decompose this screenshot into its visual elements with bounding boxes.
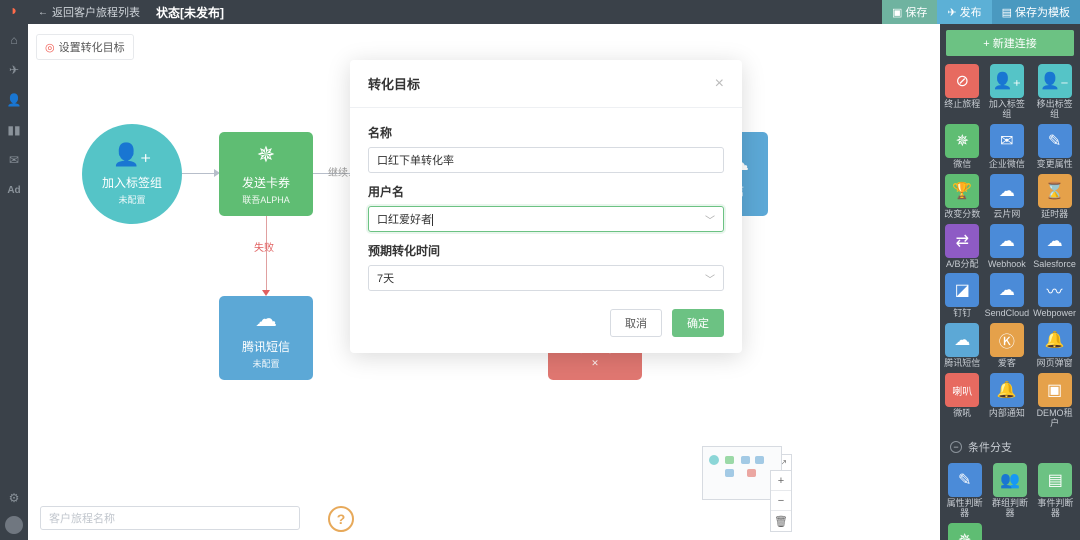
modal-close-button[interactable]: × xyxy=(715,75,724,93)
name-label: 名称 xyxy=(368,124,724,141)
conversion-goal-modal: 转化目标 × 名称 口红下单转化率 用户名 口红爱好者 ﹀ 预期转化时间 7天 … xyxy=(350,60,742,353)
cancel-button[interactable]: 取消 xyxy=(610,309,662,337)
time-select[interactable]: 7天 ﹀ xyxy=(368,265,724,291)
time-label: 预期转化时间 xyxy=(368,242,724,259)
modal-title: 转化目标 xyxy=(368,74,420,93)
chevron-down-icon: ﹀ xyxy=(705,212,715,227)
confirm-button[interactable]: 确定 xyxy=(672,309,724,337)
username-select[interactable]: 口红爱好者 ﹀ xyxy=(368,206,724,232)
chevron-down-icon: ﹀ xyxy=(705,271,715,286)
username-label: 用户名 xyxy=(368,183,724,200)
name-input[interactable]: 口红下单转化率 xyxy=(368,147,724,173)
